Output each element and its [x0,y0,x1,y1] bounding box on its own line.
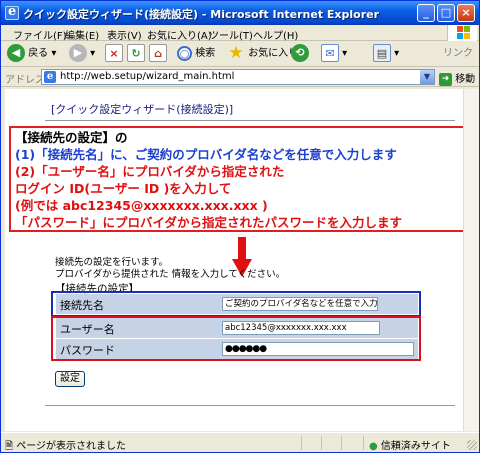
search-button[interactable]: ○ 検索 [177,44,215,64]
submit-button[interactable]: 設定 [55,371,85,387]
print-button[interactable]: ▤ ▾ [373,44,399,64]
back-arrow-icon: ◀ [7,44,25,62]
page-content: [クイック設定ウィザード(接続設定)] 【接続先の設定】の (1)「接続先名」に… [5,89,477,431]
ie-icon [5,4,19,20]
note-line: 「パスワード」にプロバイダから指定されたパスワードを入力します [15,215,403,230]
refresh-icon: ↻ [127,44,145,62]
page-title: [クイック設定ウィザード(接続設定)] [51,103,234,116]
check-icon: ● [369,441,378,452]
windows-logo-icon [447,25,477,41]
address-bar: アドレス(D) e http://web.setup/wizard_main.h… [1,67,479,87]
page-icon: 🗎 [5,441,14,452]
back-button[interactable]: ◀ 戻る ▾ [7,44,56,64]
browser-window: クイック設定ウィザード(接続設定) - Microsoft Internet E… [0,0,480,453]
mail-icon: ✉ [321,44,339,62]
search-icon: ○ [177,45,192,61]
go-button[interactable]: ➜ 移動 [439,70,475,86]
stop-button[interactable]: × [105,44,123,64]
forward-button[interactable]: ▶ ▾ [69,44,95,64]
home-icon: ⌂ [149,44,167,62]
note-line: (1)「接続先名」に、ご契約のプロバイダ名などを任意で入力します [15,147,397,162]
menu-view[interactable]: 表示(V) [107,27,142,42]
separator [363,436,364,450]
address-url: http://web.setup/wizard_main.html [60,71,235,82]
vertical-scrollbar[interactable] [463,89,479,431]
go-arrow-icon: ➜ [439,72,452,86]
credentials-highlight [51,316,421,361]
history-button[interactable]: ⟲ [291,44,309,64]
close-button[interactable]: × [457,4,475,22]
print-icon: ▤ [373,44,391,62]
menu-file[interactable]: ファイル(F) [13,27,67,42]
note-line: 【接続先の設定】の [15,130,128,145]
resize-grip[interactable] [467,440,477,450]
divider [45,120,455,121]
note-line: (例では abc12345@xxxxxxx.xxx.xxx ) [15,198,268,213]
mail-button[interactable]: ✉ ▾ [321,44,347,64]
connection-highlight [51,291,421,317]
address-input[interactable]: e http://web.setup/wizard_main.html ▼ [41,69,435,85]
note-line: ログイン ID(ユーザー ID )を入力して [15,181,232,196]
description-text: プロバイダから提供された 情報を入力してください。 [55,269,286,280]
divider [45,405,455,406]
forward-arrow-icon: ▶ [69,44,87,62]
menu-edit[interactable]: 編集(E) [65,27,99,42]
status-bar: 🗎 ページが表示されました ● 信頼済みサイト [1,432,479,452]
maximize-button[interactable]: □ [437,4,455,22]
note-line: (2)「ユーザー名」にプロバイダから指定された [15,164,285,179]
favorites-button[interactable]: ★ お気に入り [227,44,298,64]
menu-tools[interactable]: ツール(T) [209,27,253,42]
minimize-button[interactable]: _ [417,4,435,22]
refresh-button[interactable]: ↻ [127,44,145,64]
links-label[interactable]: リンク [443,44,473,64]
menu-help[interactable]: ヘルプ(H) [253,27,298,42]
status-text: 🗎 ページが表示されました [5,441,127,452]
page-icon: e [44,71,56,83]
separator [301,436,302,450]
instruction-callout: 【接続先の設定】の (1)「接続先名」に、ご契約のプロバイダ名などを任意で入力し… [9,126,477,232]
star-icon: ★ [228,43,244,63]
home-button[interactable]: ⌂ [149,44,167,64]
chevron-down-icon[interactable]: ▼ [420,70,434,84]
separator [321,436,322,450]
security-zone: ● 信頼済みサイト [369,441,451,452]
menu-favorites[interactable]: お気に入り(A) [147,27,212,42]
history-icon: ⟲ [291,44,309,62]
menu-bar: ファイル(F) 編集(E) 表示(V) お気に入り(A) ツール(T) ヘルプ(… [1,25,479,42]
toolbar: ◀ 戻る ▾ ▶ ▾ × ↻ ⌂ ○ 検索 ★ お気に入り ⟲ ✉ ▾ ▤ ▾ … [1,41,479,67]
separator [341,436,342,450]
title-bar: クイック設定ウィザード(接続設定) - Microsoft Internet E… [1,1,479,25]
stop-icon: × [105,44,123,62]
window-title: クイック設定ウィザード(接続設定) - Microsoft Internet E… [23,8,380,21]
